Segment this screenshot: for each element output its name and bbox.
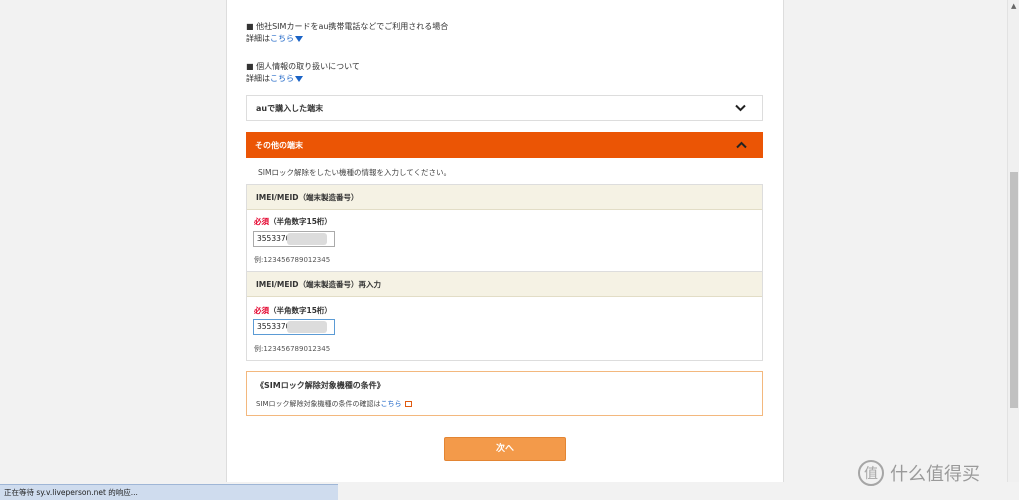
notice-detail: 詳細はこちら xyxy=(246,73,360,85)
browser-status-bar: 正在等待 sy.v.liveperson.net 的响应... xyxy=(0,484,338,500)
arrow-down-icon[interactable] xyxy=(295,75,303,82)
chevron-up-icon xyxy=(736,141,747,149)
next-button[interactable]: 次へ xyxy=(444,437,566,461)
conditions-text: SIMロック解除対象機種の条件の確認はこちら xyxy=(256,399,753,409)
imei-confirm-field-block: IMEI/MEID（端末製造番号）再入力 必須（半角数字15桁） 3553370… xyxy=(246,271,763,361)
required-label: 必須（半角数字15桁） xyxy=(254,306,332,315)
field-header: IMEI/MEID（端末製造番号） xyxy=(247,185,762,210)
form-intro: SIMロック解除をしたい機種の情報を入力してください。 xyxy=(258,168,451,177)
arrow-down-icon[interactable] xyxy=(295,35,303,42)
watermark: 值 什么值得买 xyxy=(858,460,980,486)
notice-title: ■ 個人情報の取り扱いについて xyxy=(246,62,360,71)
notice-title: ■ 他社SIMカードをau携帯電話などでご利用される場合 xyxy=(246,22,449,31)
accordion-au-device[interactable]: auで購入した端末 xyxy=(246,95,763,121)
accordion-label: auで購入した端末 xyxy=(256,103,324,113)
conditions-title: 《SIMロック解除対象機種の条件》 xyxy=(256,381,385,390)
imei-confirm-input[interactable]: 3553370 xyxy=(253,319,335,335)
conditions-box: 《SIMロック解除対象機種の条件》 SIMロック解除対象機種の条件の確認はこちら xyxy=(246,371,763,416)
scroll-thumb[interactable] xyxy=(1010,172,1018,408)
watermark-logo-icon: 值 xyxy=(858,460,884,486)
imei-input[interactable]: 3553370 xyxy=(253,231,335,247)
required-label: 必須（半角数字15桁） xyxy=(254,217,332,226)
vertical-scrollbar[interactable]: ▲ xyxy=(1007,0,1019,482)
notice-detail: 詳細はこちら xyxy=(246,33,448,45)
field-example: 例:123456789012345 xyxy=(254,345,331,353)
chevron-down-icon xyxy=(735,104,746,112)
field-example: 例:123456789012345 xyxy=(254,256,331,264)
details-link[interactable]: こちら xyxy=(270,34,294,43)
accordion-label: その他の端末 xyxy=(255,140,303,150)
redacted-blur xyxy=(287,233,327,245)
redacted-blur xyxy=(287,321,327,333)
scroll-up-icon[interactable]: ▲ xyxy=(1011,2,1016,10)
watermark-text: 什么值得买 xyxy=(890,464,980,485)
conditions-link[interactable]: こちら xyxy=(381,400,402,408)
notice-other-sim: ■ 他社SIMカードをau携帯電話などでご利用される場合 詳細はこちら xyxy=(246,21,448,45)
details-link[interactable]: こちら xyxy=(270,74,294,83)
field-header: IMEI/MEID（端末製造番号）再入力 xyxy=(247,272,762,297)
accordion-other-device[interactable]: その他の端末 xyxy=(246,132,763,158)
imei-field-block: IMEI/MEID（端末製造番号） 必須（半角数字15桁） 3553370 例:… xyxy=(246,184,763,272)
external-window-icon[interactable] xyxy=(404,401,412,407)
notice-privacy: ■ 個人情報の取り扱いについて 詳細はこちら xyxy=(246,61,360,85)
